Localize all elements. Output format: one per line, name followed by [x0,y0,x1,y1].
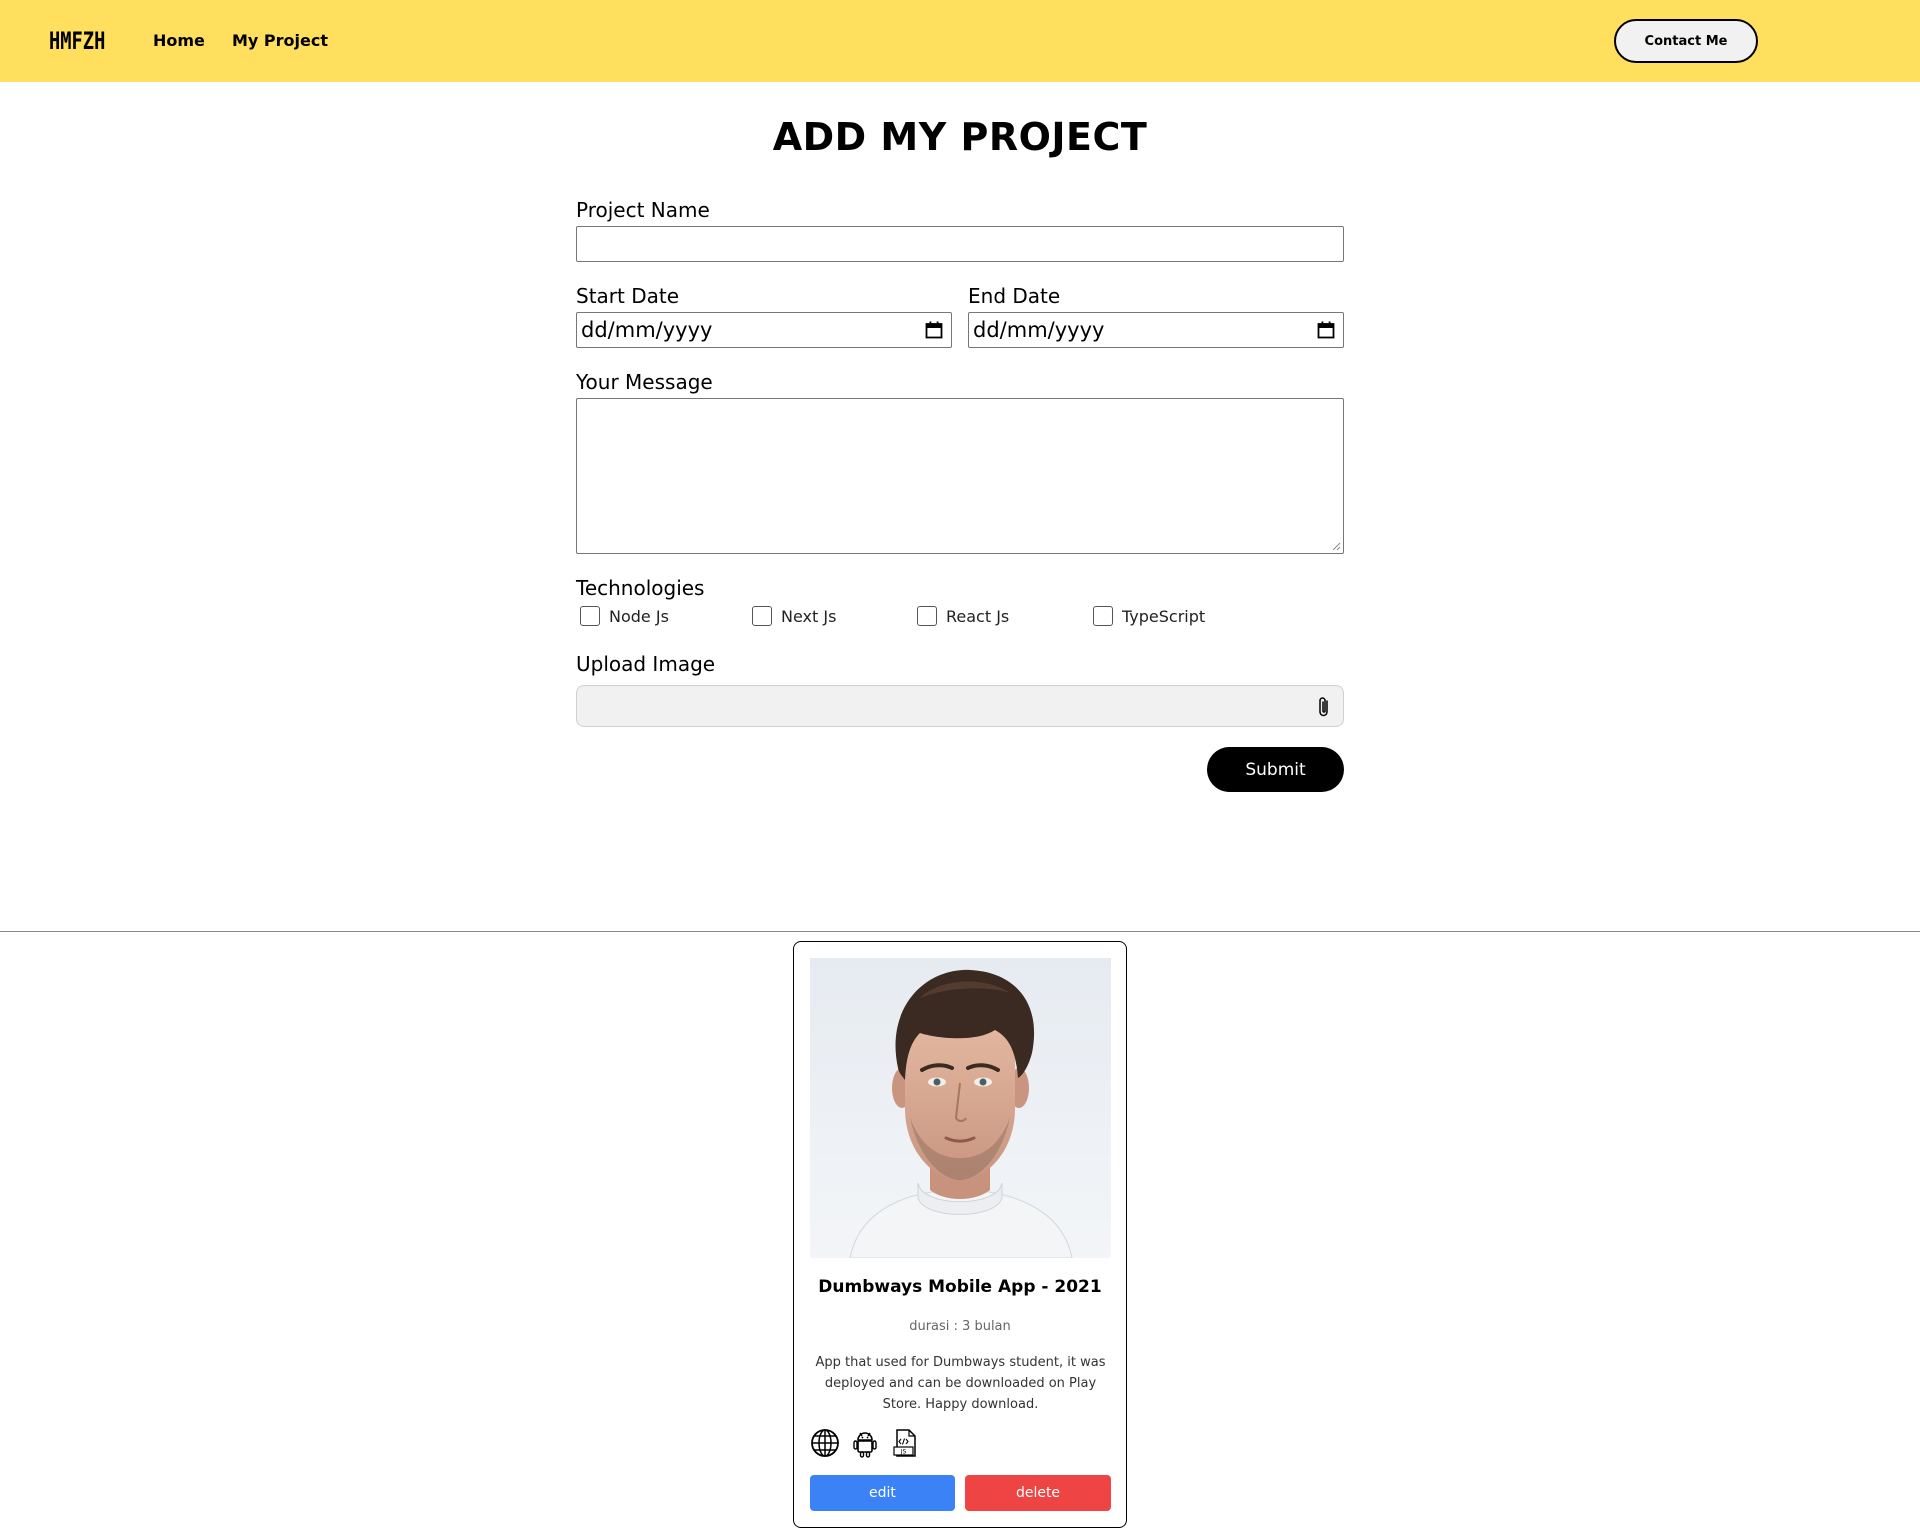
android-icon [853,1432,877,1458]
tech-option-react-js[interactable]: React Js [917,606,1009,626]
nav-link-my-project[interactable]: My Project [232,31,328,50]
start-date-input[interactable]: dd/mm/yyyy [576,312,952,348]
portrait-image [810,958,1111,1258]
nav-link-home[interactable]: Home [153,31,205,50]
end-date-label: End Date [968,284,1061,308]
node-js-label: Node Js [609,606,669,626]
tech-option-node-js[interactable]: Node Js [580,606,669,626]
project-duration: durasi : 3 bulan [909,1319,1011,1334]
delete-button[interactable]: delete [965,1475,1111,1511]
calendar-icon[interactable] [925,321,943,339]
end-date-input[interactable]: dd/mm/yyyy [968,312,1344,348]
react-js-label: React Js [946,606,1010,626]
upload-image-label: Upload Image [576,652,716,676]
tech-option-next-js[interactable]: Next Js [752,606,836,626]
project-title[interactable]: Dumbways Mobile App - 2021 [794,1277,1126,1297]
svg-text:JS: JS [900,1449,907,1456]
project-card[interactable]: Dumbways Mobile App - 2021 durasi : 3 bu… [793,941,1127,1528]
project-description: App that used for Dumbways student, it w… [815,1355,1106,1412]
end-date-placeholder: dd/mm/yyyy [973,318,1105,342]
javascript-file-icon: JS [893,1429,916,1457]
section-divider [0,931,1920,932]
next-js-checkbox[interactable] [752,606,772,626]
resize-grip-icon[interactable] [1332,542,1341,551]
project-name-label: Project Name [576,198,710,222]
typescript-label: TypeScript [1122,606,1206,626]
globe-icon [811,1429,839,1457]
tech-option-typescript[interactable]: TypeScript [1093,606,1205,626]
start-date-placeholder: dd/mm/yyyy [581,318,713,342]
message-label: Your Message [576,370,713,394]
project-name-input[interactable] [576,226,1344,262]
edit-button[interactable]: edit [810,1475,955,1511]
navbar: HMFZH Home My Project Contact Me [0,0,1920,82]
technologies-label: Technologies [576,576,705,600]
paperclip-icon [1319,697,1328,717]
calendar-icon[interactable] [1317,321,1335,339]
contact-me-button[interactable]: Contact Me [1614,19,1758,63]
brand-logo[interactable]: HMFZH [49,27,105,55]
message-textarea[interactable] [576,398,1344,554]
next-js-label: Next Js [781,606,837,626]
page-title: ADD MY PROJECT [772,115,1148,159]
start-date-label: Start Date [576,284,680,308]
node-js-checkbox[interactable] [580,606,600,626]
typescript-checkbox[interactable] [1093,606,1113,626]
upload-image-input[interactable] [576,685,1344,727]
tech-icons: JS [810,1428,920,1458]
project-image [810,958,1111,1258]
react-js-checkbox[interactable] [917,606,937,626]
submit-button[interactable]: Submit [1207,747,1344,792]
